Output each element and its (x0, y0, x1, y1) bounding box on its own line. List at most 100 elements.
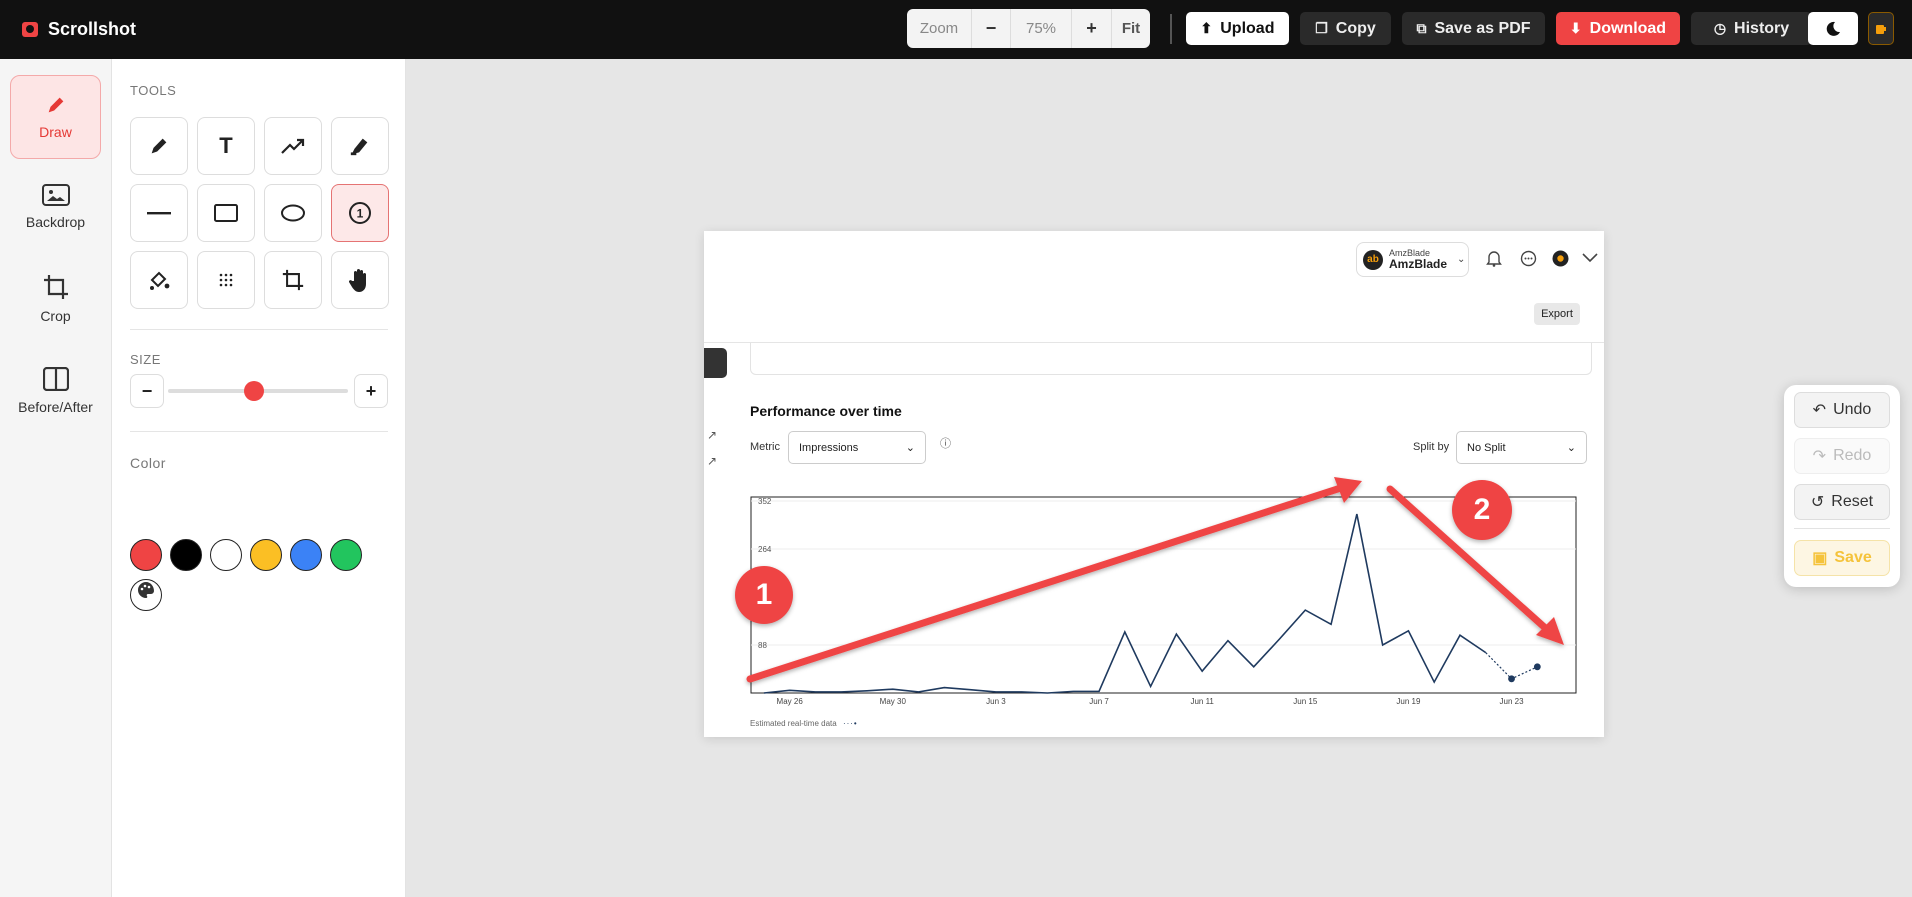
coffee-button[interactable] (1868, 12, 1894, 45)
image-icon (41, 184, 70, 206)
copy-button[interactable]: ❐ Copy (1300, 12, 1391, 45)
y-tick-label: 264 (758, 545, 772, 554)
highlighter-icon (350, 138, 368, 156)
reset-button[interactable]: ↺ Reset (1794, 484, 1890, 520)
toolbar-divider (1170, 14, 1172, 44)
color-swatch[interactable] (250, 539, 282, 571)
zoom-control: Zoom − 75% + Fit (907, 9, 1150, 48)
rail-item-before-after[interactable]: Before/After (10, 349, 101, 433)
divider (1794, 528, 1890, 529)
hand-icon (348, 268, 366, 292)
history-button[interactable]: ◷ History (1691, 12, 1812, 45)
color-swatch[interactable] (170, 539, 202, 571)
pen-tool[interactable] (130, 117, 188, 175)
crop-icon (282, 269, 304, 291)
history-label: History (1734, 19, 1790, 37)
y-tick-label: 88 (758, 641, 767, 650)
rail-item-label: Backdrop (25, 214, 86, 230)
annotation-step-1: 1 (735, 566, 793, 624)
screenshot-canvas[interactable]: ab AmzBlade AmzBlade ⌄ Export ↗ ↗ Perfor… (704, 231, 1604, 737)
color-title: Color (130, 455, 166, 471)
history-actions-panel: ↶ Undo ↷ Redo ↺ Reset ▣ Save (1784, 385, 1900, 587)
rail-item-label: Before/After (18, 399, 93, 415)
chart-frame (750, 496, 1577, 694)
split-icon (42, 367, 69, 391)
redo-button[interactable]: ↷ Redo (1794, 438, 1890, 474)
theme-toggle-button[interactable] (1808, 12, 1858, 45)
size-increase-button[interactable]: + (354, 374, 388, 408)
x-tick-label: Jun 15 (1293, 697, 1318, 706)
size-decrease-button[interactable]: − (130, 374, 164, 408)
tools-title: TOOLS (130, 83, 177, 98)
x-tick-label: Jun 11 (1190, 697, 1214, 706)
x-tick-label: Jun 3 (986, 697, 1006, 706)
brand: Scrollshot (22, 19, 136, 40)
step-number-tool[interactable]: 1 (331, 184, 389, 242)
divider (130, 329, 388, 330)
color-swatch[interactable] (290, 539, 322, 571)
fill-tool[interactable] (130, 251, 188, 309)
custom-color-button[interactable] (130, 579, 162, 611)
rail-item-draw[interactable]: Draw (10, 75, 101, 159)
reset-icon: ↺ (1810, 494, 1825, 511)
estimated-point (1533, 663, 1541, 671)
pdf-icon: ⧉ (1416, 20, 1427, 36)
tools-panel: TOOLS T 1 SIZE − + Color (112, 59, 406, 897)
copy-icon: ❐ (1315, 20, 1328, 36)
annotation-step-2: 2 (1452, 480, 1512, 540)
color-swatch[interactable] (330, 539, 362, 571)
size-title: SIZE (130, 352, 161, 367)
series-line-estimated (1485, 652, 1538, 680)
save-icon: ▣ (1812, 550, 1828, 567)
download-label: Download (1589, 19, 1667, 37)
download-icon: ⬇ (1569, 20, 1582, 36)
pen-icon (151, 138, 167, 154)
rectangle-tool[interactable] (197, 184, 255, 242)
ellipse-tool[interactable] (264, 184, 322, 242)
rail-item-backdrop[interactable]: Backdrop (10, 165, 101, 249)
y-tick-label: 352 (758, 497, 772, 506)
top-bar: Scrollshot Zoom − 75% + Fit ⬆ Upload ❐ C… (0, 0, 1912, 59)
highlighter-tool[interactable] (331, 117, 389, 175)
camera-icon (22, 22, 38, 37)
undo-label: Undo (1833, 401, 1872, 418)
estimated-note-label: Estimated real-time data (750, 719, 837, 728)
divider (130, 431, 388, 432)
upload-label: Upload (1220, 19, 1275, 37)
pan-tool[interactable] (331, 251, 389, 309)
estimated-note: Estimated real-time data ···• (750, 719, 858, 728)
x-tick-label: May 26 (777, 697, 804, 706)
zoom-label: Zoom (919, 20, 959, 37)
line-tool[interactable] (130, 184, 188, 242)
arrow-tool[interactable] (264, 117, 322, 175)
crop-icon (43, 275, 68, 299)
history-icon: ◷ (1713, 20, 1727, 36)
mode-rail: Draw Backdrop Crop Before/After (0, 59, 112, 897)
coffee-icon (1876, 24, 1886, 34)
blur-dots-icon (219, 273, 233, 287)
upload-button[interactable]: ⬆ Upload (1186, 12, 1289, 45)
rail-item-crop[interactable]: Crop (10, 257, 101, 341)
fit-button[interactable]: Fit (1111, 9, 1150, 48)
download-button[interactable]: ⬇ Download (1556, 12, 1680, 45)
zoom-out-button[interactable]: − (971, 9, 1011, 48)
undo-button[interactable]: ↶ Undo (1794, 392, 1890, 428)
x-tick-label: May 30 (880, 697, 907, 706)
svg-text:1: 1 (357, 207, 364, 221)
x-tick-label: Jun 23 (1500, 697, 1525, 706)
save-pdf-label: Save as PDF (1434, 19, 1531, 37)
redo-label: Redo (1833, 447, 1872, 464)
zoom-in-button[interactable]: + (1071, 9, 1111, 48)
rail-item-label: Draw (39, 124, 72, 140)
estimated-legend-dots: ···• (842, 719, 858, 728)
save-pdf-button[interactable]: ⧉ Save as PDF (1402, 12, 1545, 45)
size-slider-knob[interactable] (244, 381, 265, 401)
text-tool[interactable]: T (197, 117, 255, 175)
color-swatch[interactable] (130, 539, 162, 571)
text-icon: T (219, 133, 233, 158)
line-icon (147, 212, 171, 215)
color-swatch[interactable] (210, 539, 242, 571)
save-button[interactable]: ▣ Save (1794, 540, 1890, 576)
crop-tool[interactable] (264, 251, 322, 309)
blur-tool[interactable] (197, 251, 255, 309)
